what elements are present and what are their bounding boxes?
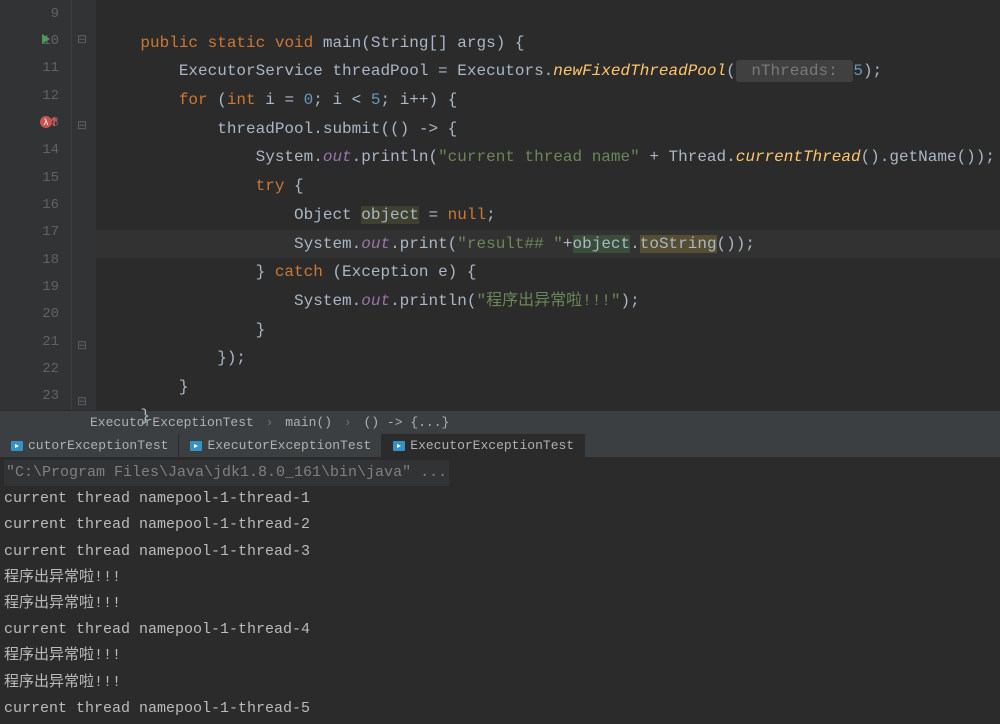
console-line: 程序出异常啦!!! — [4, 591, 996, 617]
run-tab[interactable]: cutorExceptionTest — [0, 434, 179, 458]
code-line: }); — [96, 344, 1000, 373]
line-number: 22 — [0, 355, 71, 382]
fold-open-icon[interactable]: ⊟ — [76, 120, 88, 132]
fold-close-icon[interactable]: ⊟ — [76, 340, 88, 352]
code-line: } catch (Exception e) { — [96, 258, 1000, 287]
run-tab[interactable]: ExecutorExceptionTest — [179, 434, 382, 458]
code-line: public static void main(String[] args) { — [96, 29, 1000, 58]
lambda-recursive-icon[interactable]: λ — [40, 115, 58, 129]
inline-hint: nThreads: — [736, 60, 854, 82]
fold-open-icon[interactable]: ⊟ — [76, 34, 88, 46]
line-number: 21 — [0, 328, 71, 355]
fold-close-icon[interactable]: ⊟ — [76, 396, 88, 408]
console-line: 程序出异常啦!!! — [4, 565, 996, 591]
line-number: 23 — [0, 383, 71, 410]
run-app-icon — [189, 439, 203, 453]
console-line: current thread namepool-1-thread-4 — [4, 617, 996, 643]
run-app-icon — [392, 439, 406, 453]
run-config-tabs: cutorExceptionTest ExecutorExceptionTest… — [0, 434, 1000, 458]
console-line: current thread namepool-1-thread-3 — [4, 539, 996, 565]
code-line — [96, 0, 1000, 29]
code-line: } — [96, 316, 1000, 345]
code-line: System.out.println("current thread name"… — [96, 143, 1000, 172]
line-number: 19 — [0, 273, 71, 300]
line-number: 10 — [0, 27, 71, 54]
code-line: try { — [96, 172, 1000, 201]
line-number: 13 λ — [0, 109, 71, 136]
code-line-current: System.out.print("result## "+object.toSt… — [96, 230, 1000, 259]
run-tab-active[interactable]: ExecutorExceptionTest — [382, 434, 585, 458]
console-line: 程序出异常啦!!! — [4, 643, 996, 669]
line-number: 16 — [0, 191, 71, 218]
console-line: 程序出异常啦!!! — [4, 670, 996, 696]
code-text[interactable]: public static void main(String[] args) {… — [96, 0, 1000, 410]
code-line: ExecutorService threadPool = Executors.n… — [96, 57, 1000, 86]
console-line: current thread namepool-1-thread-2 — [4, 512, 996, 538]
line-number: 20 — [0, 301, 71, 328]
line-number: 17 — [0, 219, 71, 246]
fold-column: ⊟ ⊟ ⊟ ⊟ — [72, 0, 96, 410]
line-number: 14 — [0, 137, 71, 164]
console-output[interactable]: "C:\Program Files\Java\jdk1.8.0_161\bin\… — [0, 458, 1000, 724]
code-line: for (int i = 0; i < 5; i++) { — [96, 86, 1000, 115]
code-line: threadPool.submit(() -> { — [96, 115, 1000, 144]
line-number: 9 — [0, 0, 71, 27]
line-number: 15 — [0, 164, 71, 191]
console-line: current thread namepool-1-thread-5 — [4, 696, 996, 722]
run-app-icon — [10, 439, 24, 453]
code-line: } — [96, 373, 1000, 402]
code-line: Object object = null; — [96, 201, 1000, 230]
console-line: current thread namepool-1-thread-1 — [4, 486, 996, 512]
run-icon[interactable] — [40, 33, 52, 45]
console-line: "C:\Program Files\Java\jdk1.8.0_161\bin\… — [4, 460, 996, 486]
line-gutter: 9 10 11 12 13 λ 14 15 16 17 18 19 20 21 — [0, 0, 72, 410]
code-line: System.out.println("程序出异常啦!!!"); — [96, 287, 1000, 316]
line-number: 18 — [0, 246, 71, 273]
code-editor[interactable]: 9 10 11 12 13 λ 14 15 16 17 18 19 20 21 — [0, 0, 1000, 410]
line-number: 11 — [0, 55, 71, 82]
code-line: } — [96, 402, 1000, 431]
line-number: 12 — [0, 82, 71, 109]
svg-text:λ: λ — [44, 117, 49, 127]
